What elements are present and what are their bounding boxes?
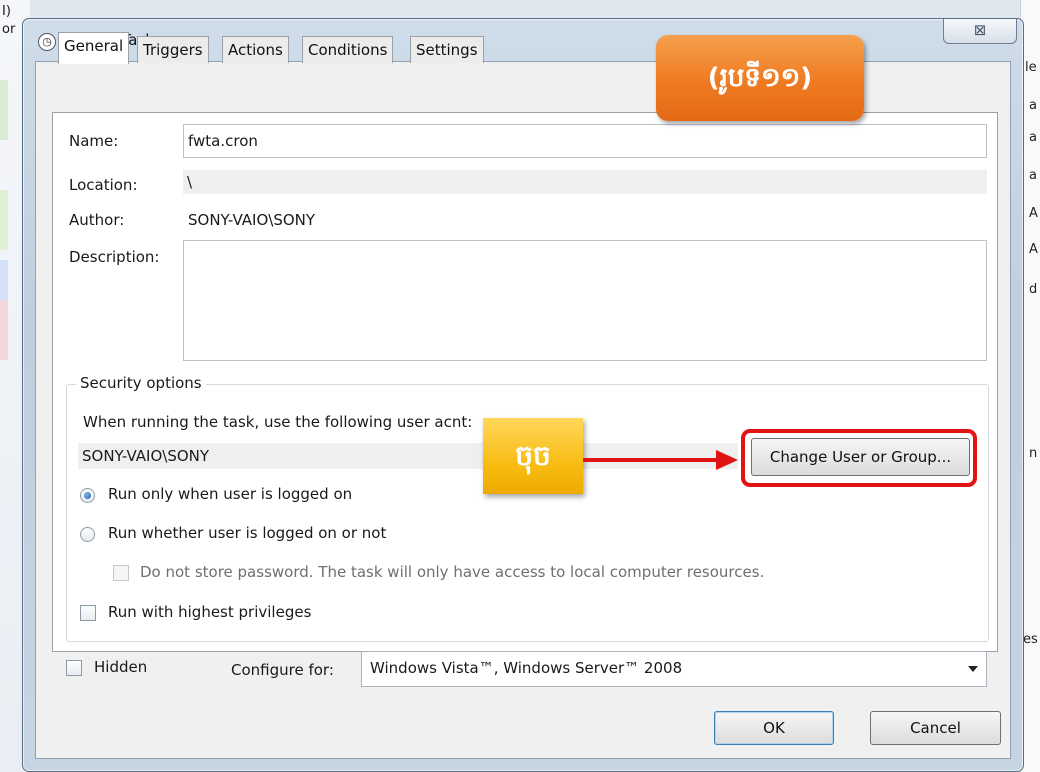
tab-actions[interactable]: Actions xyxy=(222,36,289,63)
author-label: Author: xyxy=(69,211,125,229)
background-char: a xyxy=(1029,98,1037,113)
tab-triggers[interactable]: Triggers xyxy=(137,36,209,63)
background-text: I) xyxy=(2,4,11,19)
background-stripe xyxy=(0,300,8,360)
location-label: Location: xyxy=(69,176,138,194)
annotation-highlight-box xyxy=(741,429,977,487)
description-field[interactable] xyxy=(183,240,987,361)
background-stripe xyxy=(0,80,8,140)
background-char: a xyxy=(1029,130,1037,145)
configure-for-label: Configure for: xyxy=(231,661,334,679)
radio-run-whether[interactable] xyxy=(80,527,95,542)
click-instruction-badge: ចុច xyxy=(483,418,583,494)
hidden-checkbox[interactable] xyxy=(66,660,82,676)
radio-run-logged-on-label[interactable]: Run only when user is logged on xyxy=(108,485,352,503)
background-char: a xyxy=(1029,168,1037,183)
background-char: A xyxy=(1029,206,1038,221)
no-store-password-label: Do not store password. The task will onl… xyxy=(140,563,765,581)
configure-for-select[interactable]: Windows Vista™, Windows Server™ 2008 xyxy=(361,651,987,687)
figure-number-badge: (រូបទី១១) xyxy=(656,35,864,121)
location-value: \ xyxy=(183,170,987,194)
hidden-label[interactable]: Hidden xyxy=(94,658,147,676)
close-button[interactable]: ⊠ xyxy=(943,19,1017,44)
background-char: n xyxy=(1029,446,1038,461)
highest-privileges-checkbox[interactable] xyxy=(80,605,96,621)
security-prompt-text: When running the task, use the following… xyxy=(83,413,452,431)
clock-icon: ◷ xyxy=(38,33,56,51)
ok-button[interactable]: OK xyxy=(714,711,834,745)
highest-privileges-label[interactable]: Run with highest privileges xyxy=(108,603,311,621)
annotation-arrow-line xyxy=(583,458,718,462)
background-text: or xyxy=(2,22,16,37)
author-value: SONY-VAIO\SONY xyxy=(188,211,316,229)
tab-settings[interactable]: Settings xyxy=(410,36,484,63)
chevron-down-icon xyxy=(968,666,978,672)
security-prompt: When running the task, use the following… xyxy=(83,413,472,431)
background-char: es xyxy=(1023,632,1038,647)
security-prompt-tail: nt: xyxy=(451,413,473,431)
tab-conditions[interactable]: Conditions xyxy=(302,36,394,63)
name-field[interactable]: fwta.cron xyxy=(183,124,987,158)
background-char: d xyxy=(1029,282,1038,297)
background-char: le xyxy=(1025,60,1037,75)
background-char: A xyxy=(1029,242,1038,257)
radio-run-whether-label[interactable]: Run whether user is logged on or not xyxy=(108,524,386,542)
user-account-value: SONY-VAIO\SONY xyxy=(78,443,738,469)
tab-general[interactable]: General xyxy=(58,32,130,64)
radio-run-logged-on[interactable] xyxy=(80,488,95,503)
security-options-title: Security options xyxy=(76,374,206,392)
configure-for-value: Windows Vista™, Windows Server™ 2008 xyxy=(370,659,683,677)
annotation-arrow-head xyxy=(716,450,738,470)
cancel-button[interactable]: Cancel xyxy=(870,711,1001,745)
no-store-password-checkbox[interactable] xyxy=(113,565,129,581)
name-label: Name: xyxy=(69,132,119,150)
description-label: Description: xyxy=(69,248,160,266)
background-stripe xyxy=(0,190,8,250)
